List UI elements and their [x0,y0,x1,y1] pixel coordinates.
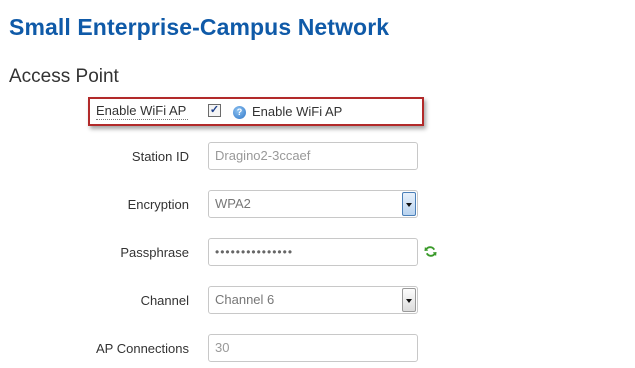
chevron-down-icon[interactable] [402,288,416,312]
channel-label: Channel [140,293,189,308]
passphrase-input[interactable]: ••••••••••••••• [208,238,418,266]
page-title: Small Enterprise-Campus Network [9,14,390,40]
ap-connections-input[interactable]: 30 [208,334,418,362]
encryption-select[interactable]: WPA2 [208,190,418,218]
section-title: Access Point [9,66,119,87]
ap-connections-label: AP Connections [96,341,189,356]
enable-wifi-checkbox[interactable]: ✓ [208,104,221,117]
help-icon: ? [233,106,246,119]
encryption-selected-value: WPA2 [215,196,251,211]
station-id-input[interactable]: Dragino2-3ccaef [208,142,418,170]
channel-selected-value: Channel 6 [215,292,275,307]
enable-wifi-help-text: Enable WiFi AP [252,104,343,119]
station-id-label: Station ID [131,149,189,164]
chevron-down-icon[interactable] [402,192,416,216]
enable-wifi-label-underline [96,119,188,120]
channel-select[interactable]: Channel 6 [208,286,418,314]
refresh-icon[interactable] [424,245,437,258]
passphrase-label: Passphrase [120,245,189,260]
encryption-label: Encryption [127,197,189,212]
enable-wifi-label: Enable WiFi AP [96,103,187,118]
